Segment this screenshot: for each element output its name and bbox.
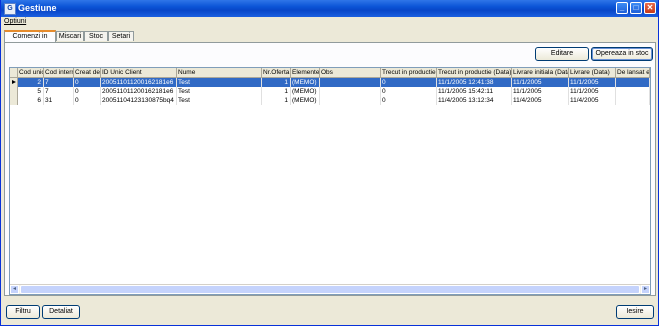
opereaza-in-stoc-button[interactable]: Opereaza in stoc [591,47,653,61]
cell-de-lansat[interactable] [616,96,650,105]
cell-nr-oferta[interactable]: 1 [262,78,291,87]
cell-trecut-in-productie[interactable]: 0 [381,96,437,105]
cell-obs[interactable] [320,78,381,87]
tab-panel: Editare Opereaza in stoc Cod unic Cod in… [4,42,656,296]
cell-id-unic-client[interactable]: 200511011200162181e6 [101,78,177,87]
maximize-button[interactable]: □ [630,2,642,14]
cell-cod-unic[interactable]: 2 [18,78,44,87]
tab-comenzi-in-lucru[interactable]: Comenzi in lucru [4,30,56,50]
cell-cod-intern[interactable]: 7 [44,78,74,87]
cell-livrare-initiala-data[interactable]: 11/1/2005 [512,87,569,96]
menu-optiuni[interactable]: Optiuni [4,18,26,25]
scrollbar-thumb[interactable] [20,285,640,294]
tab-miscari[interactable]: Miscari [56,31,84,41]
table-row[interactable]: 2 7 0 200511011200162181e6 Test 1 (MEMO)… [10,78,650,87]
column-header[interactable]: Nume [177,68,262,78]
cell-nume[interactable]: Test [177,87,262,96]
header-indicator [10,68,18,78]
cell-cod-unic[interactable]: 6 [18,96,44,105]
cell-obs[interactable] [320,96,381,105]
row-indicator [10,78,18,87]
column-header[interactable]: Trecut in productie [381,68,437,78]
cell-livrare-data[interactable]: 11/1/2005 [569,87,616,96]
tab-stoc[interactable]: Stoc [84,31,108,41]
horizontal-scrollbar[interactable]: ◂ ▸ [10,284,650,294]
cell-livrare-initiala-data[interactable]: 11/1/2005 [512,78,569,87]
cell-nume[interactable]: Test [177,78,262,87]
column-header[interactable]: Livrare (Data) [569,68,616,78]
cell-de-lansat[interactable] [616,87,650,96]
close-button[interactable]: ✕ [644,2,656,14]
cell-nr-oferta[interactable]: 1 [262,96,291,105]
column-header[interactable]: De lansat e [616,68,650,78]
cell-creat-de[interactable]: 0 [74,78,101,87]
cell-nume[interactable]: Test [177,96,262,105]
cell-elemente[interactable]: (MEMO) [291,87,320,96]
cell-id-unic-client[interactable]: 200511011200162181e6 [101,87,177,96]
title-bar[interactable]: G Gestiune _ □ ✕ [1,0,658,17]
column-header[interactable]: ID Unic Client [101,68,177,78]
grid-header: Cod unic Cod intern Creat de ID Unic Cli… [10,68,650,78]
cell-trecut-in-productie[interactable]: 0 [381,87,437,96]
cell-creat-de[interactable]: 0 [74,96,101,105]
tab-setari[interactable]: Setari [108,31,134,41]
column-header[interactable]: Obs [320,68,381,78]
cell-livrare-data[interactable]: 11/1/2005 [569,78,616,87]
row-indicator [10,96,18,105]
cell-livrare-initiala-data[interactable]: 11/4/2005 [512,96,569,105]
menu-bar: Optiuni [4,18,26,28]
cell-nr-oferta[interactable]: 1 [262,87,291,96]
row-indicator [10,87,18,96]
column-header[interactable]: Creat de [74,68,101,78]
app-icon: G [4,3,16,15]
current-row-arrow-icon [12,80,16,84]
window-title: Gestiune [18,3,57,13]
column-header[interactable]: Cod intern [44,68,74,78]
cell-livrare-data[interactable]: 11/4/2005 [569,96,616,105]
iesire-button[interactable]: Iesire [616,305,654,319]
orders-grid[interactable]: Cod unic Cod intern Creat de ID Unic Cli… [9,67,651,295]
cell-cod-intern[interactable]: 31 [44,96,74,105]
column-header[interactable]: Nr.Oferta [262,68,291,78]
cell-trecut-in-productie-data[interactable]: 11/1/2005 15:42:11 [437,87,512,96]
cell-obs[interactable] [320,87,381,96]
column-header[interactable]: Elemente [291,68,320,78]
filtru-button[interactable]: Filtru [6,305,40,319]
cell-trecut-in-productie-data[interactable]: 11/4/2005 13:12:34 [437,96,512,105]
table-row[interactable]: 5 7 0 200511011200162181e6 Test 1 (MEMO)… [10,87,650,96]
cell-id-unic-client[interactable]: 20051104123130875bq4 [101,96,177,105]
scroll-right-icon[interactable]: ▸ [641,285,650,294]
cell-creat-de[interactable]: 0 [74,87,101,96]
detaliat-button[interactable]: Detaliat [42,305,80,319]
cell-de-lansat[interactable] [616,78,650,87]
cell-cod-unic[interactable]: 5 [18,87,44,96]
app-window: G Gestiune _ □ ✕ Optiuni Comenzi in lucr… [0,0,659,326]
column-header[interactable]: Trecut in productie (Data) [437,68,512,78]
minimize-button[interactable]: _ [616,2,628,14]
cell-cod-intern[interactable]: 7 [44,87,74,96]
column-header[interactable]: Livrare initiala (Data) [512,68,569,78]
cell-elemente[interactable]: (MEMO) [291,78,320,87]
editare-button[interactable]: Editare [535,47,589,61]
table-row[interactable]: 6 31 0 20051104123130875bq4 Test 1 (MEMO… [10,96,650,105]
cell-trecut-in-productie[interactable]: 0 [381,78,437,87]
cell-elemente[interactable]: (MEMO) [291,96,320,105]
column-header[interactable]: Cod unic [18,68,44,78]
cell-trecut-in-productie-data[interactable]: 11/1/2005 12:41:38 [437,78,512,87]
scroll-left-icon[interactable]: ◂ [10,285,19,294]
